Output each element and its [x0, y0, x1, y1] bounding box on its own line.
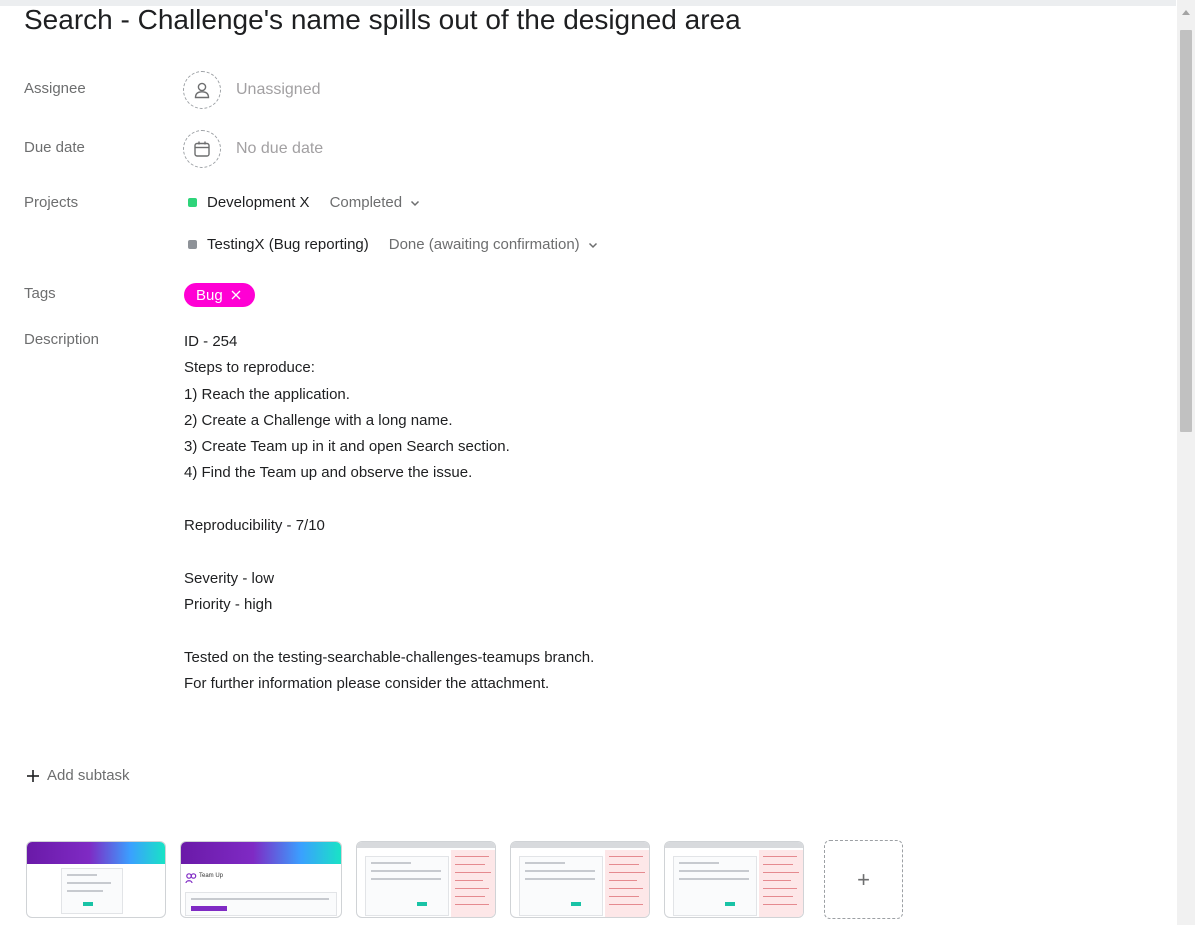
description-text[interactable]: ID - 254 Steps to reproduce: 1) Reach th… — [184, 329, 784, 697]
user-icon[interactable] — [183, 71, 221, 109]
due-date-value[interactable]: No due date — [236, 140, 323, 158]
calendar-icon[interactable] — [183, 130, 221, 168]
description-line: Reproducibility - 7/10 — [184, 517, 325, 535]
scrollbar-thumb[interactable] — [1180, 30, 1192, 432]
attachment-thumbnail[interactable]: Team Up — [180, 841, 342, 918]
chevron-down-icon[interactable] — [409, 197, 421, 209]
description-line: 4) Find the Team up and observe the issu… — [184, 464, 473, 482]
description-line: ID - 254 — [184, 333, 238, 350]
project-status-dropdown[interactable]: Completed — [330, 194, 403, 211]
project-name[interactable]: Development X — [207, 194, 310, 211]
projects-label: Projects — [24, 194, 79, 211]
scrollbar[interactable] — [1177, 0, 1195, 925]
attachment-thumbnail[interactable] — [26, 841, 166, 918]
team-icon — [185, 873, 197, 884]
description-line — [184, 539, 784, 565]
add-attachment-button[interactable]: + — [824, 840, 903, 919]
tag-label: Bug — [196, 286, 223, 304]
close-icon[interactable] — [231, 290, 241, 300]
assignee-value[interactable]: Unassigned — [236, 81, 321, 99]
add-subtask-button[interactable]: Add subtask — [26, 767, 130, 784]
tag-bug[interactable]: Bug — [184, 283, 255, 307]
description-line: Priority - high — [184, 595, 273, 613]
description-line — [184, 487, 784, 513]
thumbnail-caption: Team Up — [199, 873, 224, 879]
project-row-development-x: Development X Completed — [188, 194, 421, 211]
add-subtask-label: Add subtask — [47, 767, 130, 784]
project-status-dropdown[interactable]: Done (awaiting confirmation) — [389, 236, 580, 253]
project-color-dot — [188, 240, 197, 249]
tags-label: Tags — [24, 285, 56, 302]
description-line: 3) Create Team up in it and open Search … — [184, 438, 510, 456]
attachment-thumbnail[interactable] — [510, 841, 650, 918]
attachment-thumbnail[interactable] — [356, 841, 496, 918]
description-line: For further information please consider … — [184, 674, 550, 692]
task-title[interactable]: Search - Challenge's name spills out of … — [24, 4, 741, 36]
project-name[interactable]: TestingX (Bug reporting) — [207, 236, 369, 253]
due-date-label: Due date — [24, 139, 85, 156]
description-label: Description — [24, 331, 100, 348]
project-row-testingx: TestingX (Bug reporting) Done (awaiting … — [188, 236, 599, 253]
attachments-list: Team Up — [26, 841, 804, 918]
attachment-thumbnail[interactable] — [664, 841, 804, 918]
description-line: 1) Reach the application. — [184, 385, 350, 403]
project-color-dot — [188, 198, 197, 207]
description-line: Tested on the testing-searchable-challen… — [184, 648, 595, 666]
description-line: 2) Create a Challenge with a long name. — [184, 411, 453, 429]
plus-icon — [26, 769, 40, 783]
assignee-label: Assignee — [24, 80, 86, 97]
chevron-down-icon[interactable] — [587, 239, 599, 251]
description-line: Severity - low — [184, 569, 275, 587]
scroll-up-arrow-icon[interactable] — [1182, 10, 1190, 15]
description-line: Steps to reproduce: — [184, 359, 315, 377]
description-line — [184, 618, 784, 644]
